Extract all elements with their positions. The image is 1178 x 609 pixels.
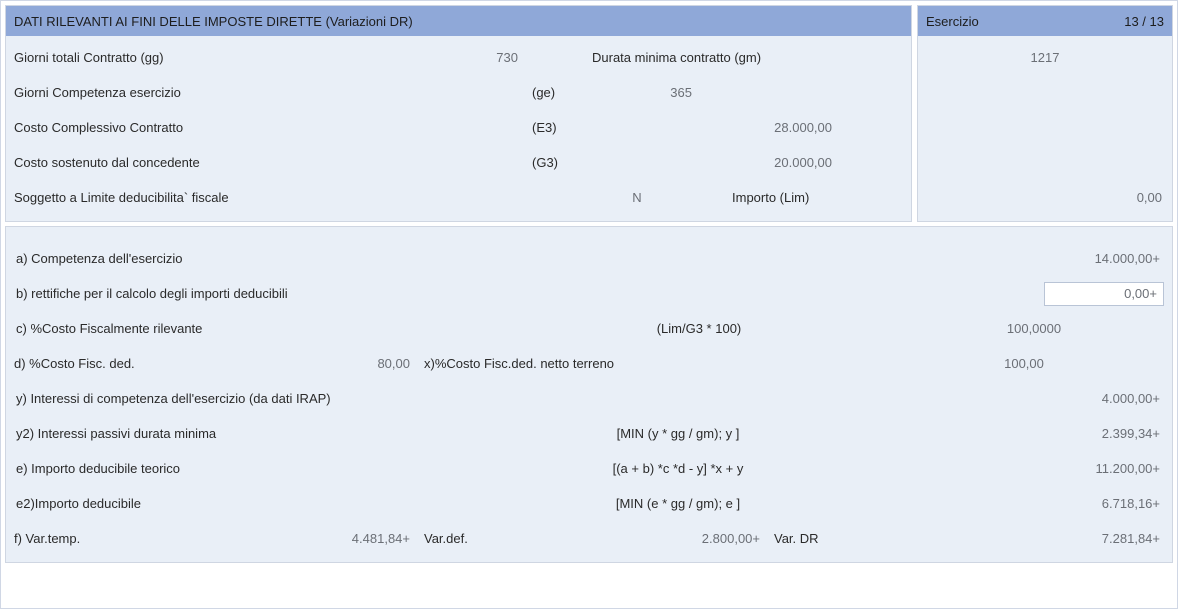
ge-code: (ge) bbox=[532, 85, 582, 100]
d-value2: 100,00 bbox=[884, 356, 1164, 371]
giorni-totali-value: 730 bbox=[362, 50, 532, 65]
costo-complessivo-value: 28.000,00 bbox=[702, 120, 842, 135]
g3-code: (G3) bbox=[532, 155, 582, 170]
importo-lim-value: 0,00 bbox=[924, 190, 1166, 205]
f-value2: 2.800,00+ bbox=[544, 531, 774, 546]
y2-formula: [MIN (y * gg / gm); y ] bbox=[344, 426, 1004, 441]
d-value1: 80,00 bbox=[274, 356, 424, 371]
costo-concedente-value: 20.000,00 bbox=[702, 155, 842, 170]
e-value: 11.200,00+ bbox=[1004, 461, 1164, 476]
limite-deducibilita-label: Soggetto a Limite deducibilita` fiscale bbox=[12, 190, 362, 205]
e-label: e) Importo deducibile teorico bbox=[14, 461, 344, 476]
e2-label: e2)Importo deducibile bbox=[14, 496, 344, 511]
limite-deducibilita-value: N bbox=[582, 190, 702, 205]
durata-minima-value: 1217 bbox=[924, 50, 1166, 65]
b-label: b) rettifiche per il calcolo degli impor… bbox=[14, 286, 1044, 301]
a-label: a) Competenza dell'esercizio bbox=[14, 251, 344, 266]
a-value: 14.000,00+ bbox=[1004, 251, 1164, 266]
e3-code: (E3) bbox=[532, 120, 582, 135]
f-label3: Var. DR bbox=[774, 531, 1004, 546]
f-value3: 7.281,84+ bbox=[1004, 531, 1164, 546]
f-value1: 4.481,84+ bbox=[274, 531, 424, 546]
c-formula: (Lim/G3 * 100) bbox=[344, 321, 904, 336]
panel-esercizio: Esercizio 13 / 13 1217 0,00 bbox=[917, 5, 1173, 222]
f-label2: Var.def. bbox=[424, 531, 544, 546]
y-label: y) Interessi di competenza dell'esercizi… bbox=[14, 391, 1004, 406]
main-frame: DATI RILEVANTI AI FINI DELLE IMPOSTE DIR… bbox=[0, 0, 1178, 609]
e2-value: 6.718,16+ bbox=[1004, 496, 1164, 511]
f-label: f) Var.temp. bbox=[14, 531, 274, 546]
giorni-competenza-label: Giorni Competenza esercizio bbox=[12, 85, 362, 100]
e2-formula: [MIN (e * gg / gm); e ] bbox=[344, 496, 1004, 511]
d-label2: x)%Costo Fisc.ded. netto terreno bbox=[424, 356, 884, 371]
b-input[interactable]: 0,00+ bbox=[1044, 282, 1164, 306]
esercizio-label: Esercizio bbox=[926, 14, 979, 29]
importo-lim-label: Importo (Lim) bbox=[702, 190, 842, 205]
giorni-competenza-value: 365 bbox=[582, 85, 702, 100]
durata-minima-label: Durata minima contratto (gm) bbox=[582, 50, 905, 65]
y2-label: y2) Interessi passivi durata minima bbox=[14, 426, 344, 441]
c-label: c) %Costo Fiscalmente rilevante bbox=[14, 321, 344, 336]
y2-value: 2.399,34+ bbox=[1004, 426, 1164, 441]
y-value: 4.000,00+ bbox=[1004, 391, 1164, 406]
panel-calcoli: a) Competenza dell'esercizio 14.000,00+ … bbox=[5, 226, 1173, 563]
d-label: d) %Costo Fisc. ded. bbox=[14, 356, 274, 371]
panel-dati-rilevanti: DATI RILEVANTI AI FINI DELLE IMPOSTE DIR… bbox=[5, 5, 912, 222]
e-formula: [(a + b) *c *d - y] *x + y bbox=[344, 461, 1004, 476]
costo-concedente-label: Costo sostenuto dal concedente bbox=[12, 155, 362, 170]
section-header: DATI RILEVANTI AI FINI DELLE IMPOSTE DIR… bbox=[6, 6, 911, 36]
giorni-totali-label: Giorni totali Contratto (gg) bbox=[12, 50, 362, 65]
costo-complessivo-label: Costo Complessivo Contratto bbox=[12, 120, 362, 135]
section-title: DATI RILEVANTI AI FINI DELLE IMPOSTE DIR… bbox=[14, 14, 413, 29]
esercizio-value: 13 / 13 bbox=[1124, 14, 1164, 29]
c-value: 100,0000 bbox=[904, 321, 1164, 336]
